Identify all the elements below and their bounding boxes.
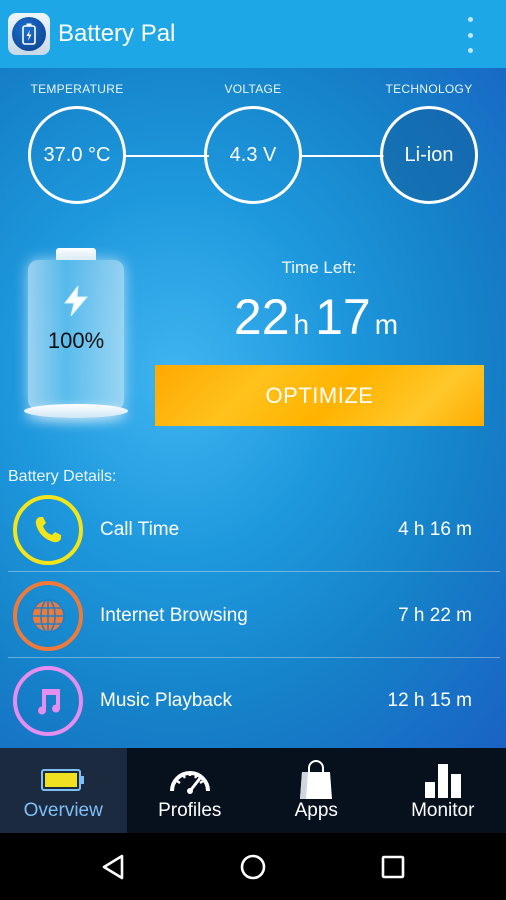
detail-name: Music Playback <box>100 690 232 711</box>
voltage-stat: VOLTAGE 4.3 V <box>193 82 313 204</box>
time-left-label: Time Left: <box>281 258 357 277</box>
speedometer-icon <box>168 762 212 798</box>
battery-details-heading: Battery Details: <box>8 468 117 485</box>
charging-bolt-icon <box>63 286 89 316</box>
nav-profiles-label: Profiles <box>158 800 222 821</box>
hours-unit: h <box>293 309 310 340</box>
time-left-value: 22 h 17 m <box>160 288 478 346</box>
app-title: Battery Pal <box>58 20 176 47</box>
minutes-unit: m <box>374 309 399 340</box>
bottom-navigation: Overview Profiles Apps Monitor <box>0 748 506 833</box>
system-navigation-bar <box>0 833 506 900</box>
globe-icon <box>13 581 83 651</box>
technology-stat: TECHNOLOGY Li-ion <box>369 82 489 204</box>
nav-profiles[interactable]: Profiles <box>127 748 254 833</box>
temperature-label: TEMPERATURE <box>30 82 124 96</box>
technology-label: TECHNOLOGY <box>385 82 473 96</box>
nav-overview-label: Overview <box>23 800 103 821</box>
nav-apps-label: Apps <box>294 800 338 821</box>
music-note-icon <box>13 666 83 736</box>
detail-name: Call Time <box>100 519 180 540</box>
overview-panel: TEMPERATURE 37.0 °C VOLTAGE 4.3 V TECHNO… <box>0 68 506 748</box>
phone-icon <box>13 495 83 565</box>
bar-chart-icon <box>421 762 465 798</box>
recents-icon[interactable] <box>373 847 413 887</box>
nav-monitor-label: Monitor <box>411 800 475 821</box>
nav-apps[interactable]: Apps <box>253 748 380 833</box>
app-logo-icon <box>8 13 50 55</box>
shopping-bag-icon <box>296 760 336 799</box>
battery-level-indicator: 100% <box>22 248 130 426</box>
detail-time: 4 h 16 m <box>398 519 472 540</box>
technology-value: Li-ion <box>380 106 478 204</box>
temperature-stat: TEMPERATURE 37.0 °C <box>17 82 137 204</box>
home-icon[interactable] <box>233 847 273 887</box>
nav-overview[interactable]: Overview <box>0 748 127 833</box>
time-left-minutes: 17 <box>315 289 371 345</box>
app-bar: Battery Pal <box>0 0 506 68</box>
detail-row-call-time[interactable]: Call Time 4 h 16 m <box>8 487 500 572</box>
voltage-value: 4.3 V <box>204 106 302 204</box>
detail-time: 7 h 22 m <box>398 605 472 626</box>
temperature-value: 37.0 °C <box>28 106 126 204</box>
overflow-menu-icon[interactable] <box>462 17 478 53</box>
detail-name: Internet Browsing <box>100 605 248 626</box>
battery-percent: 100% <box>47 328 105 353</box>
optimize-button[interactable]: OPTIMIZE <box>155 365 484 426</box>
detail-time: 12 h 15 m <box>387 690 473 711</box>
detail-row-music-playback[interactable]: Music Playback 12 h 15 m <box>8 658 500 743</box>
time-left-hours: 22 <box>233 289 290 345</box>
back-icon[interactable] <box>93 847 133 887</box>
detail-row-internet-browsing[interactable]: Internet Browsing 7 h 22 m <box>8 573 500 658</box>
battery-icon <box>41 762 85 798</box>
nav-monitor[interactable]: Monitor <box>380 748 506 833</box>
voltage-label: VOLTAGE <box>224 82 282 96</box>
